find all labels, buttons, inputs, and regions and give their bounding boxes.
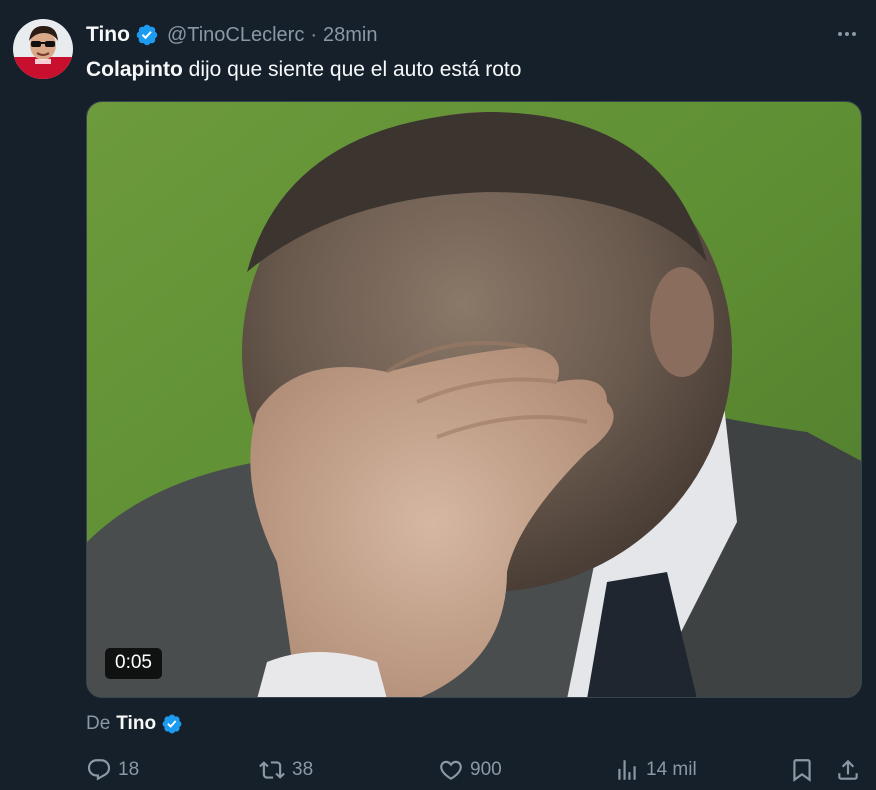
- views-button[interactable]: 14 mil: [614, 752, 697, 788]
- verified-badge-icon: [135, 23, 159, 47]
- tweet-text-body: dijo que siente que el auto está roto: [182, 58, 522, 81]
- tweet-text-bold: Colapinto: [86, 58, 183, 81]
- tweet-header: Tino @TinoCLeclerc · 28min: [86, 20, 378, 50]
- header-separator: ·: [310, 23, 318, 46]
- like-button[interactable]: 900: [438, 752, 502, 788]
- tweet-timestamp[interactable]: 28min: [323, 24, 377, 47]
- video-duration: 0:05: [105, 648, 162, 679]
- author-name[interactable]: Tino: [86, 23, 130, 47]
- video-player[interactable]: 0:05: [86, 101, 862, 698]
- like-count: 900: [470, 759, 502, 780]
- avatar[interactable]: [13, 19, 73, 79]
- views-count: 14 mil: [646, 759, 697, 780]
- bookmark-icon: [789, 757, 815, 783]
- heart-icon: [438, 757, 464, 783]
- video-attribution: De Tino: [86, 711, 183, 737]
- tweet: Tino @TinoCLeclerc · 28min Colapinto dij…: [0, 0, 876, 790]
- reply-icon: [86, 757, 112, 783]
- bookmark-button[interactable]: [789, 752, 815, 788]
- repost-icon: [258, 757, 286, 783]
- analytics-icon: [614, 757, 640, 783]
- verified-badge-icon: [161, 713, 183, 735]
- share-icon: [835, 757, 861, 783]
- attribution-name[interactable]: Tino: [116, 713, 156, 735]
- attribution-prefix: De: [86, 713, 111, 734]
- author-handle[interactable]: @TinoCLeclerc: [167, 24, 304, 47]
- tweet-actions: 18 38 900 14 mil: [0, 752, 876, 788]
- share-button[interactable]: [835, 752, 861, 788]
- reply-count: 18: [118, 759, 140, 780]
- repost-button[interactable]: 38: [258, 752, 313, 788]
- repost-count: 38: [292, 759, 314, 780]
- tweet-text: Colapinto dijo que siente que el auto es…: [86, 56, 521, 84]
- more-options-button[interactable]: [832, 22, 862, 50]
- more-horizontal-icon: [835, 22, 859, 51]
- avatar-image: [13, 19, 73, 79]
- reply-button[interactable]: 18: [86, 752, 139, 788]
- video-thumbnail: [87, 102, 861, 697]
